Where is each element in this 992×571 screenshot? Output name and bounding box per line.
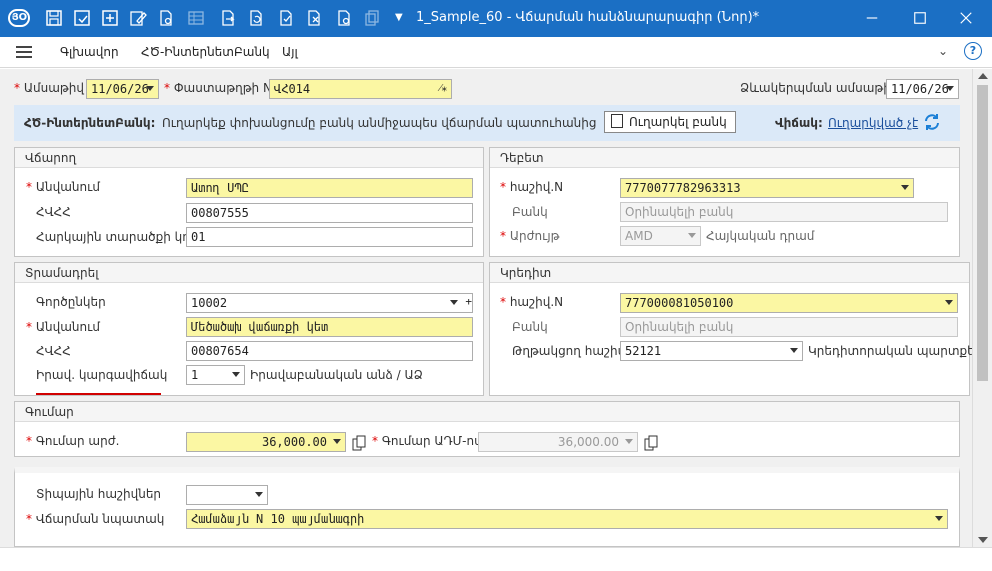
minimize-icon[interactable]: [862, 8, 882, 28]
corr-account-label: Թղթակցող հաշիվ: [512, 344, 626, 358]
debit-bank-label: Բանկ: [512, 205, 548, 219]
credit-account-field[interactable]: 777000081050100: [620, 293, 958, 313]
payer-name-label: * Անվանում: [26, 180, 100, 194]
status-bar: [0, 547, 992, 571]
post-document-icon[interactable]: [276, 8, 296, 28]
title-bar: ՅՕ ▼ 1_Sample_60 - Վճարման հանձնարարագիր…: [0, 0, 992, 37]
debit-account-field[interactable]: 7770077782963313: [620, 178, 914, 198]
copy-amount-amd-icon[interactable]: [644, 435, 658, 451]
partner-field[interactable]: 10002 +: [186, 293, 473, 313]
save-icon[interactable]: [44, 8, 64, 28]
vertical-scrollbar[interactable]: [972, 69, 992, 547]
save-new-icon[interactable]: [100, 8, 120, 28]
menu-item-other[interactable]: Այլ: [282, 45, 298, 59]
account-type-label: Տիպային հաշիվներ: [36, 487, 162, 501]
payer-panel-title: Վճարող: [15, 148, 483, 168]
banner-text: Ուղարկեք փոխանցումը բանկ անմիջապես վճարմ…: [162, 116, 597, 130]
grid-icon[interactable]: [186, 8, 206, 28]
document-settings-icon[interactable]: [334, 8, 354, 28]
recipient-panel-title: Տրամադրել: [15, 263, 483, 283]
registration-date-label: Ձևակերպման ամսաթիվ: [740, 81, 899, 95]
payer-tin-label: ՀՎՀՀ: [36, 205, 71, 219]
payer-name-field[interactable]: Ատող ՍՊԸ: [186, 178, 473, 198]
menu-bar: Գլխավոր ՀԾ-ԻնտերնետԲանկ Այլ ⌄ ?: [0, 37, 992, 68]
recipient-name-label: * Անվանում: [26, 320, 100, 334]
amount-amd-label: * Գումար ԱԴՄ-ով: [372, 434, 482, 448]
debit-account-label: * հաշիվ.N: [500, 180, 564, 194]
legal-status-underline: [36, 393, 161, 395]
corr-account-select[interactable]: 52121: [620, 341, 803, 361]
copy-amount-icon[interactable]: [352, 435, 366, 451]
scroll-down-icon[interactable]: [978, 537, 988, 543]
export-icon[interactable]: [218, 8, 238, 28]
currency-select[interactable]: AMD: [620, 226, 701, 246]
registration-date-field[interactable]: 11/06/26: [886, 79, 959, 99]
banner-title: ՀԾ-ԻնտերնետԲանկ:: [24, 116, 156, 130]
copy-document-icon[interactable]: [362, 8, 382, 28]
purpose-panel: [14, 467, 960, 547]
scrollbar-thumb[interactable]: [977, 85, 988, 381]
account-type-select[interactable]: [186, 485, 268, 505]
payment-purpose-field[interactable]: Համաձայն N 10 պայմանագրի: [186, 509, 948, 529]
tax-region-label: Հարկային տարածքի կոդ: [36, 230, 198, 244]
amount-label: * Գումար արժ.: [26, 434, 120, 448]
magic-wand-icon[interactable]: ⁄⁎: [440, 81, 447, 94]
quick-access-dropdown-icon[interactable]: ▼: [395, 12, 403, 23]
refresh-document-icon[interactable]: [246, 8, 266, 28]
legal-status-text: Իրավաբանական անձ / ԱՁ: [250, 368, 423, 382]
doc-number-label: * Փաստաթղթի N: [164, 81, 272, 95]
partner-add-icon[interactable]: +: [465, 295, 472, 308]
maximize-icon[interactable]: [910, 8, 930, 28]
date-field[interactable]: 11/06/26: [86, 79, 159, 99]
menu-item-main[interactable]: Գլխավոր: [60, 45, 119, 59]
app-logo-icon: ՅՕ: [8, 9, 30, 27]
status-label: Վիճակ:: [775, 116, 823, 130]
chevron-down-icon[interactable]: ⌄: [938, 44, 948, 58]
date-label: * Ամսաթիվ: [14, 81, 84, 95]
legal-status-select[interactable]: 1: [186, 365, 245, 385]
amount-amd-field[interactable]: 36,000.00: [478, 432, 638, 452]
recipient-tin-label: ՀՎՀՀ: [36, 344, 71, 358]
amount-field[interactable]: 36,000.00: [186, 432, 346, 452]
credit-bank-field[interactable]: Օրինակելի բանկ: [620, 317, 958, 337]
currency-name: Հայկական դրամ: [706, 229, 815, 243]
save-close-icon[interactable]: [72, 8, 92, 28]
form-content: * Ամսաթիվ 11/06/26 * Փաստաթղթի N ՎՀ014 ⁄⁎…: [0, 69, 972, 547]
unpost-document-icon[interactable]: [304, 8, 324, 28]
status-link[interactable]: Ուղարկված չէ: [828, 116, 918, 130]
help-icon[interactable]: ?: [964, 42, 982, 60]
recipient-tin-field[interactable]: 00807654: [186, 341, 473, 361]
recipient-name-field[interactable]: Մեծածախ վաճառքի կետ: [186, 317, 473, 337]
send-to-bank-button[interactable]: Ուղարկել բանկ: [604, 111, 736, 133]
credit-bank-label: Բանկ: [512, 320, 548, 334]
debit-bank-field[interactable]: Օրինակելի բանկ: [620, 202, 948, 222]
refresh-icon[interactable]: [922, 112, 942, 132]
tax-region-field[interactable]: 01: [186, 227, 473, 247]
partner-label: Գործընկեր: [36, 295, 106, 309]
credit-account-label: * հաշիվ.N: [500, 295, 564, 309]
payment-purpose-label: * Վճարման նպատակ: [26, 512, 165, 526]
internet-bank-banner: ՀԾ-ԻնտերնետԲանկ: Ուղարկեք փոխանցումը բան…: [14, 105, 960, 141]
scroll-up-icon[interactable]: [978, 73, 988, 79]
amount-panel-title: Գումար: [15, 402, 959, 422]
menu-item-internet-bank[interactable]: ՀԾ-ԻնտերնետԲանկ: [141, 45, 270, 59]
corr-account-text: Կրեդիտորական պարտքեր: [808, 344, 972, 358]
hamburger-menu-icon[interactable]: [16, 46, 32, 58]
debit-panel-title: Դեբետ: [490, 148, 959, 168]
edit-icon[interactable]: [128, 8, 148, 28]
legal-status-label: Իրավ. կարգավիճակ: [36, 368, 168, 382]
close-icon[interactable]: [956, 8, 976, 28]
currency-label: * Արժույթ: [500, 229, 560, 243]
credit-panel-title: Կրեդիտ: [490, 263, 969, 283]
payer-tin-field[interactable]: 00807555: [186, 203, 473, 223]
find-document-icon[interactable]: [156, 8, 176, 28]
doc-number-field[interactable]: ՎՀ014 ⁄⁎: [269, 79, 452, 99]
send-document-icon: [611, 114, 623, 128]
window-title: 1_Sample_60 - Վճարման հանձնարարագիր (Նոր…: [416, 10, 760, 25]
